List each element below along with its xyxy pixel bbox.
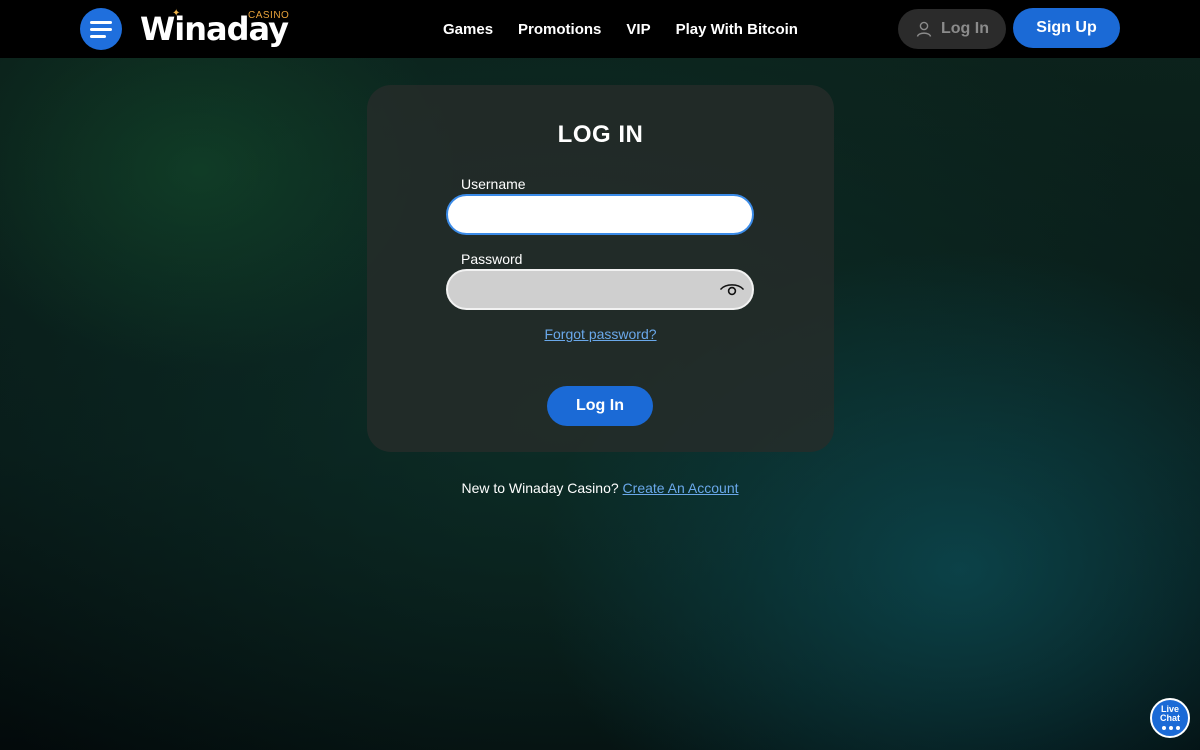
login-card: LOG IN Username Password Forgot password… [367, 85, 834, 452]
chat-bubble-icon: Live Chat [1152, 705, 1188, 723]
live-chat-button[interactable]: Live Chat [1150, 698, 1190, 738]
username-label: Username [461, 176, 526, 192]
brand-sub: CASINO [248, 10, 290, 21]
create-account-text: New to Winaday Casino? [461, 480, 619, 496]
hamburger-icon-line [90, 34, 106, 38]
chat-dots [1162, 726, 1180, 730]
password-label: Password [461, 251, 523, 267]
nav-item-play-with-bitcoin[interactable]: Play With Bitcoin [676, 21, 798, 38]
menu-button[interactable] [80, 8, 122, 50]
header-login-label: Log In [941, 20, 989, 37]
user-icon [916, 21, 932, 37]
login-submit-button[interactable]: Log In [547, 386, 653, 426]
password-input[interactable] [446, 269, 754, 310]
hamburger-icon-line [90, 27, 112, 31]
brand-logo[interactable]: ✦ Winaday CASINO [140, 8, 300, 52]
nav-item-promotions[interactable]: Promotions [518, 21, 601, 38]
create-account-prompt: New to Winaday Casino? Create An Account [0, 480, 1200, 496]
hamburger-icon [90, 20, 112, 24]
login-title: LOG IN [557, 121, 644, 148]
forgot-password-link[interactable]: Forgot password? [544, 326, 656, 342]
create-account-link[interactable]: Create An Account [623, 480, 739, 496]
nav-item-games[interactable]: Games [443, 21, 493, 38]
forgot-password-row: Forgot password? [367, 326, 834, 342]
eye-icon[interactable] [719, 282, 745, 298]
main-nav: Games Promotions VIP Play With Bitcoin [443, 0, 798, 58]
header-login-button[interactable]: Log In [898, 9, 1006, 49]
top-bar: ✦ Winaday CASINO Games Promotions VIP Pl… [0, 0, 1200, 58]
live-chat-line2: Chat [1160, 713, 1180, 723]
header-signup-button[interactable]: Sign Up [1013, 8, 1120, 48]
nav-item-vip[interactable]: VIP [626, 21, 650, 38]
username-input[interactable] [446, 194, 754, 235]
